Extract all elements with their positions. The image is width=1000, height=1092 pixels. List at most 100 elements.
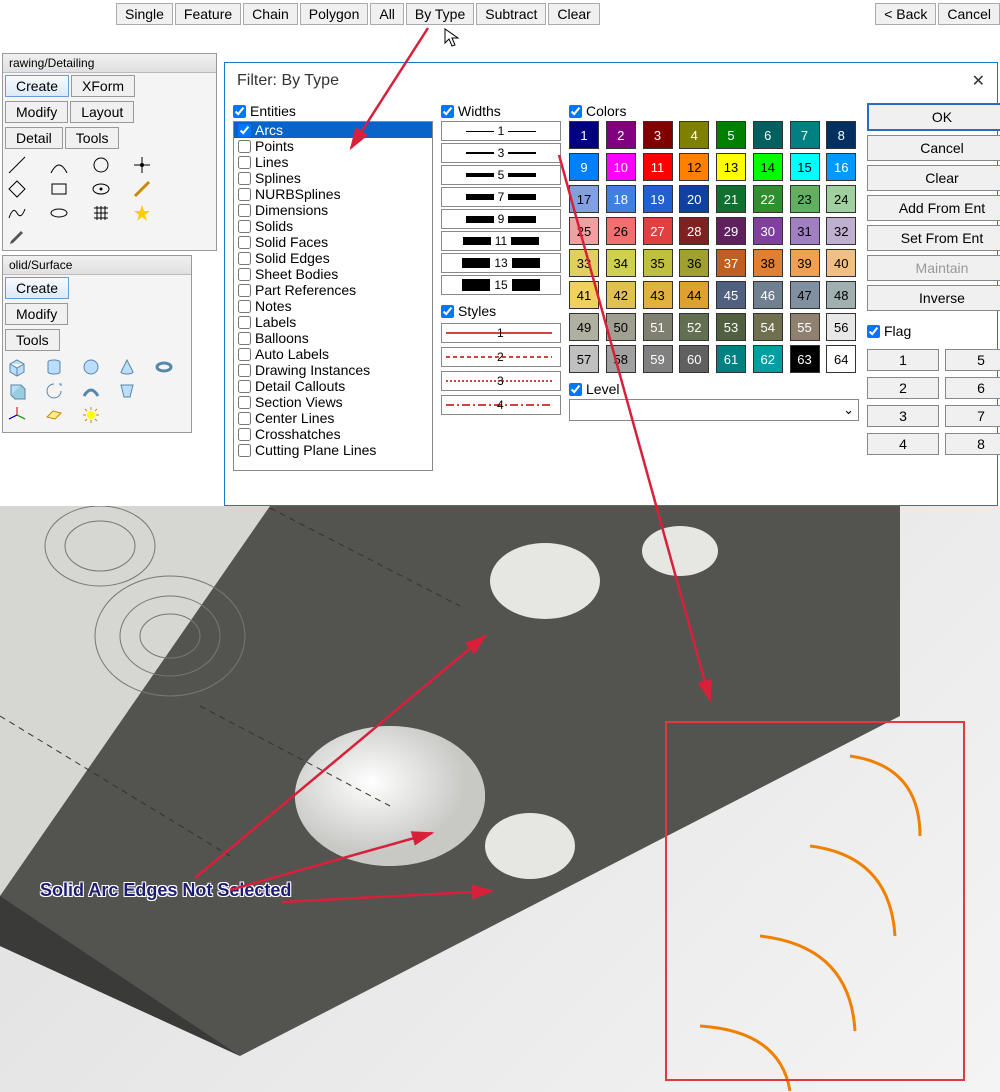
sphere-icon[interactable] [81,357,101,377]
entity-row-solid-edges[interactable]: Solid Edges [234,250,432,266]
style-row-2[interactable]: 2 [441,347,561,367]
color-swatch-17[interactable]: 17 [569,185,599,213]
flag-checkbox[interactable] [867,325,880,338]
tools-solid-button[interactable]: Tools [5,329,60,351]
color-swatch-3[interactable]: 3 [643,121,673,149]
color-swatch-35[interactable]: 35 [643,249,673,277]
maintain-button[interactable]: Maintain [867,255,1000,281]
color-swatch-1[interactable]: 1 [569,121,599,149]
color-swatch-62[interactable]: 62 [753,345,783,373]
color-swatch-27[interactable]: 27 [643,217,673,245]
layout-button[interactable]: Layout [70,101,134,123]
entity-row-crosshatches[interactable]: Crosshatches [234,426,432,442]
point-icon[interactable] [132,155,152,175]
color-swatch-25[interactable]: 25 [569,217,599,245]
styles-checkbox-label[interactable]: Styles [441,303,561,319]
entity-checkbox[interactable] [238,348,251,361]
create-button[interactable]: Create [5,75,69,97]
subtract-button[interactable]: Subtract [476,3,546,25]
ok-button[interactable]: OK [867,103,1000,131]
torus-icon[interactable] [154,357,174,377]
entity-row-part-references[interactable]: Part References [234,282,432,298]
color-swatch-51[interactable]: 51 [643,313,673,341]
color-swatch-53[interactable]: 53 [716,313,746,341]
entity-checkbox[interactable] [238,396,251,409]
flag-button-8[interactable]: 8 [945,433,1000,455]
style-row-4[interactable]: 4 [441,395,561,415]
entity-row-auto-labels[interactable]: Auto Labels [234,346,432,362]
color-swatch-57[interactable]: 57 [569,345,599,373]
color-swatch-21[interactable]: 21 [716,185,746,213]
color-swatch-24[interactable]: 24 [826,185,856,213]
color-swatch-5[interactable]: 5 [716,121,746,149]
grid-icon[interactable] [91,203,111,223]
entity-row-solids[interactable]: Solids [234,218,432,234]
entity-row-cutting-plane-lines[interactable]: Cutting Plane Lines [234,442,432,458]
feature-button[interactable]: Feature [175,3,241,25]
color-swatch-9[interactable]: 9 [569,153,599,181]
widths-checkbox-label[interactable]: Widths [441,103,561,119]
color-swatch-15[interactable]: 15 [790,153,820,181]
entity-checkbox[interactable] [238,268,251,281]
flag-button-5[interactable]: 5 [945,349,1000,371]
entity-row-dimensions[interactable]: Dimensions [234,202,432,218]
color-swatch-12[interactable]: 12 [679,153,709,181]
entity-checkbox[interactable] [238,156,251,169]
width-row-13[interactable]: 13 [441,253,561,273]
entity-checkbox[interactable] [238,332,251,345]
entity-row-center-lines[interactable]: Center Lines [234,410,432,426]
color-swatch-52[interactable]: 52 [679,313,709,341]
styles-checkbox[interactable] [441,305,454,318]
color-swatch-10[interactable]: 10 [606,153,636,181]
entities-listbox[interactable]: ArcsPointsLinesSplinesNURBSplinesDimensi… [233,121,433,471]
width-row-5[interactable]: 5 [441,165,561,185]
color-swatch-55[interactable]: 55 [790,313,820,341]
entity-checkbox[interactable] [238,220,251,233]
circle-icon[interactable] [91,155,111,175]
width-row-9[interactable]: 9 [441,209,561,229]
entity-checkbox[interactable] [238,412,251,425]
entity-checkbox[interactable] [238,124,251,137]
entity-row-nurbsplines[interactable]: NURBSplines [234,186,432,202]
add-from-ent-button[interactable]: Add From Ent [867,195,1000,221]
plane-icon[interactable] [44,405,64,425]
entity-checkbox[interactable] [238,172,251,185]
single-button[interactable]: Single [116,3,173,25]
color-swatch-31[interactable]: 31 [790,217,820,245]
color-swatch-64[interactable]: 64 [826,345,856,373]
color-swatch-2[interactable]: 2 [606,121,636,149]
style-row-1[interactable]: 1 [441,323,561,343]
create-solid-button[interactable]: Create [5,277,69,299]
flag-checkbox-label[interactable]: Flag [867,323,1000,339]
line-icon[interactable] [7,155,27,175]
all-button[interactable]: All [370,3,404,25]
close-icon[interactable]: ✕ [972,71,985,91]
entity-row-splines[interactable]: Splines [234,170,432,186]
spline-icon[interactable] [7,203,27,223]
color-swatch-56[interactable]: 56 [826,313,856,341]
widths-checkbox[interactable] [441,105,454,118]
style-row-3[interactable]: 3 [441,371,561,391]
color-swatch-47[interactable]: 47 [790,281,820,309]
flag-button-3[interactable]: 3 [867,405,939,427]
color-swatch-37[interactable]: 37 [716,249,746,277]
color-swatch-58[interactable]: 58 [606,345,636,373]
color-swatch-16[interactable]: 16 [826,153,856,181]
color-swatch-50[interactable]: 50 [606,313,636,341]
entity-checkbox[interactable] [238,284,251,297]
loft-icon[interactable] [117,381,137,401]
entity-row-sheet-bodies[interactable]: Sheet Bodies [234,266,432,282]
cancel-top-button[interactable]: Cancel [938,3,1000,25]
color-swatch-6[interactable]: 6 [753,121,783,149]
entities-checkbox[interactable] [233,105,246,118]
color-swatch-4[interactable]: 4 [679,121,709,149]
width-row-1[interactable]: 1 [441,121,561,141]
color-swatch-39[interactable]: 39 [790,249,820,277]
diamond-icon[interactable] [7,179,27,199]
entity-row-detail-callouts[interactable]: Detail Callouts [234,378,432,394]
modify-button[interactable]: Modify [5,101,68,123]
color-swatch-26[interactable]: 26 [606,217,636,245]
entity-checkbox[interactable] [238,140,251,153]
flag-button-1[interactable]: 1 [867,349,939,371]
pencil-icon[interactable] [7,227,27,247]
